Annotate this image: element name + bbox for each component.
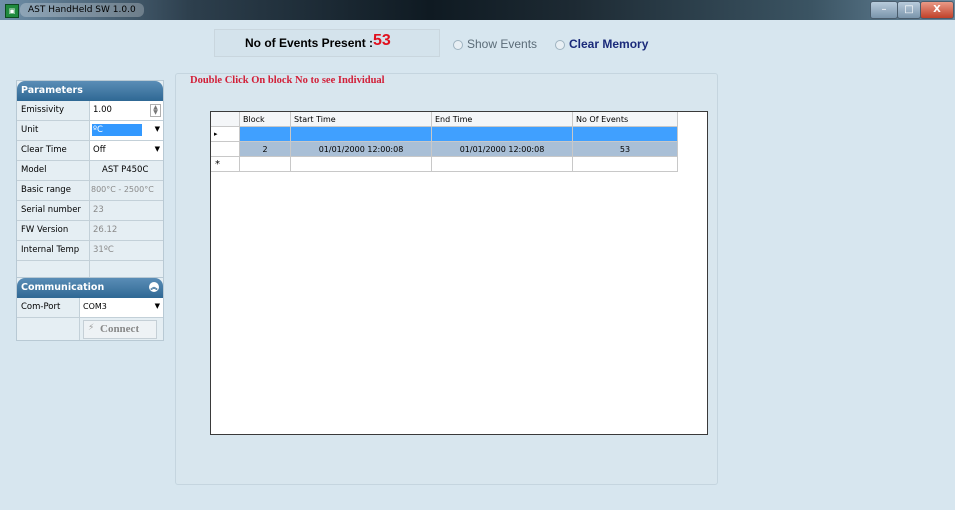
- param-value: ºC: [93, 125, 103, 135]
- internal-temp-value: 31ºC: [89, 241, 163, 260]
- param-label: Basic range: [21, 185, 71, 195]
- com-port-label: Com-Port: [21, 302, 61, 312]
- com-port-row: Com-Port COM3 ▼: [17, 298, 163, 318]
- title-bar: ▣ AST HandHeld SW 1.0.0 – □ X: [0, 0, 955, 20]
- events-present-count: 53: [373, 32, 391, 49]
- table-cell[interactable]: [432, 157, 573, 172]
- connect-label: Connect: [100, 323, 140, 335]
- table-cell[interactable]: [291, 157, 432, 172]
- param-row-clear-time: Clear Time Off ▼: [17, 141, 163, 161]
- com-port-dropdown[interactable]: COM3 ▼: [79, 298, 163, 317]
- column-header-end-time[interactable]: End Time: [432, 112, 573, 127]
- param-value: 31ºC: [93, 245, 114, 255]
- clear-memory-radio[interactable]: [555, 40, 565, 50]
- param-value: 800°C - 2500°C: [91, 185, 154, 194]
- param-row-empty: [17, 261, 163, 277]
- param-label: Clear Time: [21, 145, 67, 155]
- maximize-button[interactable]: □: [897, 1, 921, 19]
- table-cell[interactable]: [432, 127, 573, 142]
- column-header-start-time[interactable]: Start Time: [291, 112, 432, 127]
- param-label: Unit: [21, 125, 39, 135]
- connect-button[interactable]: ⚡ Connect: [83, 320, 157, 339]
- events-present-label: No of Events Present :: [245, 36, 374, 50]
- events-grid: Block Start Time End Time No Of Events ▸…: [210, 111, 708, 435]
- parameters-rows: Emissivity 1.00 ▲ ▼ Unit ºC ▼ Clear Time …: [17, 101, 163, 277]
- param-row-emissivity: Emissivity 1.00 ▲ ▼: [17, 101, 163, 121]
- table-cell[interactable]: [240, 127, 291, 142]
- empty-cell: [89, 261, 163, 277]
- start-time-cell[interactable]: 01/01/2000 12:00:08: [291, 142, 432, 157]
- unit-dropdown[interactable]: ºC ▼: [89, 121, 163, 140]
- param-row-serial: Serial number 23: [17, 201, 163, 221]
- instruction-text: Double Click On block No to see Individu…: [190, 75, 385, 86]
- serial-number-value: 23: [89, 201, 163, 220]
- events-count-cell[interactable]: 53: [573, 142, 678, 157]
- communication-panel: Communication ︽ Com-Port COM3 ▼ ⚡ Connec…: [16, 277, 164, 341]
- column-header-block[interactable]: Block: [240, 112, 291, 127]
- parameters-header: Parameters: [17, 81, 163, 101]
- block-cell[interactable]: 2: [240, 142, 291, 157]
- plug-icon: ⚡: [88, 323, 95, 333]
- model-value: AST P450C: [89, 161, 163, 180]
- divider: [79, 318, 80, 340]
- param-value: AST P450C: [102, 165, 149, 175]
- table-cell[interactable]: [573, 157, 678, 172]
- param-value: 26.12: [93, 225, 118, 235]
- show-events-label[interactable]: Show Events: [467, 37, 537, 51]
- row-indicator[interactable]: [211, 142, 240, 157]
- com-port-value: COM3: [83, 302, 107, 311]
- fw-version-value: 26.12: [89, 221, 163, 240]
- row-indicator[interactable]: ▸: [211, 127, 240, 142]
- parameters-panel: Parameters Emissivity 1.00 ▲ ▼ Unit ºC ▼ …: [16, 80, 164, 278]
- param-label: Serial number: [21, 205, 81, 215]
- param-row-internal-temp: Internal Temp 31ºC: [17, 241, 163, 261]
- emissivity-spinner[interactable]: 1.00 ▲ ▼: [89, 101, 163, 120]
- param-row-model: Model AST P450C: [17, 161, 163, 181]
- param-label: Emissivity: [21, 105, 64, 115]
- row-header-corner: [211, 112, 240, 127]
- param-value: Off: [93, 145, 106, 155]
- connect-row: ⚡ Connect: [17, 318, 163, 340]
- chevron-down-icon[interactable]: ▼: [155, 125, 160, 133]
- communication-title: Communication: [21, 282, 105, 293]
- minimize-button[interactable]: –: [870, 1, 898, 19]
- window-title: AST HandHeld SW 1.0.0: [20, 3, 144, 17]
- chevron-down-icon[interactable]: ▼: [155, 302, 160, 310]
- table-cell[interactable]: [573, 127, 678, 142]
- param-row-fw-version: FW Version 26.12: [17, 221, 163, 241]
- chevron-down-icon[interactable]: ▼: [155, 145, 160, 153]
- chevron-up-circle-icon[interactable]: ︽: [149, 282, 159, 292]
- close-button[interactable]: X: [920, 1, 954, 19]
- table-cell[interactable]: [240, 157, 291, 172]
- show-events-radio[interactable]: [453, 40, 463, 50]
- param-row-basic-range: Basic range 800°C - 2500°C: [17, 181, 163, 201]
- communication-header: Communication ︽: [17, 278, 163, 298]
- clear-time-dropdown[interactable]: Off ▼: [89, 141, 163, 160]
- param-label: Model: [21, 165, 47, 175]
- end-time-cell[interactable]: 01/01/2000 12:00:08: [432, 142, 573, 157]
- clear-memory-label[interactable]: Clear Memory: [569, 37, 648, 51]
- column-header-events[interactable]: No Of Events: [573, 112, 678, 127]
- param-row-unit: Unit ºC ▼: [17, 121, 163, 141]
- param-label: Internal Temp: [21, 245, 80, 255]
- param-label: FW Version: [21, 225, 69, 235]
- basic-range-value: 800°C - 2500°C: [89, 181, 163, 200]
- spinner-arrows-icon[interactable]: ▲ ▼: [150, 104, 161, 117]
- events-present-box: No of Events Present : 53: [214, 29, 440, 57]
- app-icon: ▣: [5, 4, 19, 18]
- param-value: 1.00: [93, 105, 112, 115]
- table-cell[interactable]: [291, 127, 432, 142]
- param-value: 23: [93, 205, 104, 215]
- new-row-indicator[interactable]: *: [211, 157, 240, 172]
